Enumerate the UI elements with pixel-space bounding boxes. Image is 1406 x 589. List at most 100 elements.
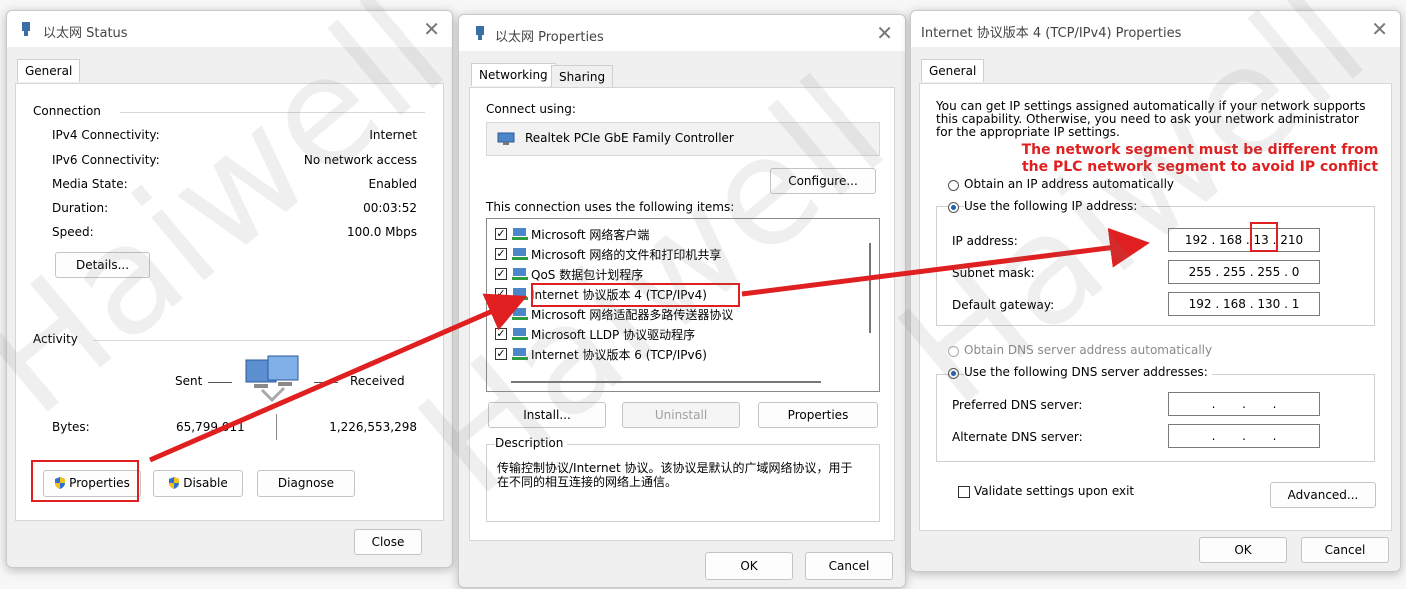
item-label: Microsoft 网络的文件和打印机共享 bbox=[531, 248, 722, 262]
highlight-third-octet bbox=[1250, 222, 1278, 252]
validate-label[interactable]: Validate settings upon exit bbox=[974, 484, 1134, 498]
default-gateway-label: Default gateway: bbox=[952, 298, 1055, 312]
item-checkbox[interactable]: ✓ bbox=[495, 328, 507, 340]
item-label: Internet 协议版本 6 (TCP/IPv6) bbox=[531, 348, 707, 362]
tab-networking[interactable]: Networking bbox=[471, 63, 556, 86]
network-component-icon bbox=[512, 308, 528, 320]
validate-checkbox[interactable] bbox=[958, 486, 970, 498]
status-titlebar: 以太网 Status ✕ bbox=[7, 11, 452, 47]
alternate-dns-label: Alternate DNS server: bbox=[952, 430, 1083, 444]
bytes-sent-value: 65,799,011 bbox=[176, 420, 245, 434]
ipv4-properties-dialog: Internet 协议版本 4 (TCP/IPv4) Properties ✕ … bbox=[910, 10, 1401, 572]
divider bbox=[120, 112, 425, 113]
annotation-line-2: the PLC network segment to avoid IP conf… bbox=[1021, 159, 1379, 175]
connect-using-label: Connect using: bbox=[486, 102, 576, 116]
vertical-scrollbar[interactable] bbox=[869, 243, 871, 333]
ipv4-connectivity-label: IPv4 Connectivity: bbox=[52, 128, 160, 142]
alternate-dns-field[interactable]: . . . bbox=[1168, 424, 1320, 448]
network-adapter-icon bbox=[22, 22, 30, 36]
activity-group-title: Activity bbox=[33, 332, 82, 346]
adapter-box: Realtek PCIe GbE Family Controller bbox=[486, 122, 880, 156]
diagnose-button[interactable]: Diagnose bbox=[257, 470, 355, 497]
obtain-ip-auto-label[interactable]: Obtain an IP address automatically bbox=[964, 177, 1174, 191]
install-button[interactable]: Install... bbox=[488, 402, 606, 428]
ipv6-connectivity-value: No network access bbox=[303, 153, 417, 167]
ip-octet-2: 168 bbox=[1219, 233, 1243, 247]
network-component-icon bbox=[512, 228, 528, 240]
status-title: 以太网 Status bbox=[43, 26, 128, 41]
obtain-dns-auto-radio[interactable] bbox=[948, 346, 959, 357]
use-following-dns-radio[interactable] bbox=[948, 368, 959, 379]
preferred-dns-field[interactable]: . . . bbox=[1168, 392, 1320, 416]
network-component-icon bbox=[512, 288, 528, 300]
close-icon[interactable]: ✕ bbox=[1371, 17, 1388, 41]
items-label: This connection uses the following items… bbox=[486, 200, 735, 214]
item-checkbox[interactable]: ✓ bbox=[495, 248, 507, 260]
default-gateway-field[interactable]: 192 . 168 . 130 . 1 bbox=[1168, 292, 1320, 316]
tab-general[interactable]: General bbox=[17, 59, 81, 82]
use-following-ip-label[interactable]: Use the following IP address: bbox=[964, 199, 1142, 213]
uninstall-button[interactable]: Uninstall bbox=[622, 402, 740, 428]
item-checkbox[interactable]: ✓ bbox=[495, 268, 507, 280]
status-general-panel: Connection IPv4 Connectivity: Internet I… bbox=[15, 83, 444, 521]
ok-button[interactable]: OK bbox=[705, 552, 793, 580]
duration-label: Duration: bbox=[52, 201, 109, 215]
close-icon[interactable]: ✕ bbox=[876, 21, 893, 45]
cancel-button[interactable]: Cancel bbox=[805, 552, 893, 580]
network-adapter-icon bbox=[497, 132, 515, 145]
dns-group bbox=[936, 374, 1375, 462]
tab-sharing[interactable]: Sharing bbox=[551, 65, 614, 88]
subnet-mask-label: Subnet mask: bbox=[952, 266, 1035, 280]
network-component-icon bbox=[512, 328, 528, 340]
details-button[interactable]: Details... bbox=[55, 252, 150, 278]
ip-address-label: IP address: bbox=[952, 234, 1018, 248]
network-component-icon bbox=[512, 268, 528, 280]
tab-general[interactable]: General bbox=[921, 59, 985, 82]
advanced-button[interactable]: Advanced... bbox=[1270, 482, 1376, 508]
cancel-button[interactable]: Cancel bbox=[1301, 537, 1389, 563]
network-component-icon bbox=[512, 248, 528, 260]
description-title: Description bbox=[495, 436, 568, 450]
item-checkbox[interactable]: ✓ bbox=[495, 228, 507, 240]
divider bbox=[94, 340, 425, 341]
ok-button[interactable]: OK bbox=[1199, 537, 1287, 563]
item-checkbox[interactable] bbox=[495, 308, 507, 320]
speed-value: 100.0 Mbps bbox=[346, 225, 417, 239]
item-label: QoS 数据包计划程序 bbox=[531, 268, 644, 282]
close-icon[interactable]: ✕ bbox=[423, 17, 440, 41]
use-following-dns-label[interactable]: Use the following DNS server addresses: bbox=[964, 365, 1212, 379]
adapter-properties-titlebar: 以太网 Properties ✕ bbox=[459, 15, 905, 51]
bytes-received-value: 1,226,553,298 bbox=[329, 420, 417, 434]
subnet-octet-3: 255 bbox=[1257, 265, 1281, 279]
bytes-label: Bytes: bbox=[52, 420, 90, 434]
intro-text: You can get IP settings assigned automat… bbox=[936, 99, 1366, 139]
media-state-label: Media State: bbox=[52, 177, 128, 191]
ipv4-titlebar: Internet 协议版本 4 (TCP/IPv4) Properties ✕ bbox=[911, 11, 1400, 47]
subnet-mask-field[interactable]: 255 . 255 . 255 . 0 bbox=[1168, 260, 1320, 284]
media-state-value: Enabled bbox=[368, 177, 418, 191]
obtain-dns-auto-label[interactable]: Obtain DNS server address automatically bbox=[964, 343, 1212, 357]
item-checkbox[interactable]: ✓ bbox=[495, 348, 507, 360]
ip-address-field[interactable]: 192 . 168 . 13 . 210 bbox=[1168, 228, 1320, 252]
highlight-ipv4-item bbox=[531, 283, 740, 307]
network-component-icon bbox=[512, 348, 528, 360]
obtain-ip-auto-radio[interactable] bbox=[948, 180, 959, 191]
item-label: Microsoft 网络客户端 bbox=[531, 228, 650, 242]
close-button[interactable]: Close bbox=[354, 529, 422, 555]
gateway-octet-4: 1 bbox=[1291, 297, 1300, 311]
preferred-dns-label: Preferred DNS server: bbox=[952, 398, 1083, 412]
item-properties-button[interactable]: Properties bbox=[758, 402, 878, 428]
configure-button[interactable]: Configure... bbox=[770, 168, 876, 194]
gateway-octet-3: 130 bbox=[1257, 297, 1281, 311]
connection-group-title: Connection bbox=[33, 104, 105, 118]
item-checkbox[interactable]: ✓ bbox=[495, 288, 507, 300]
item-label: Microsoft 网络适配器多路传送器协议 bbox=[531, 308, 734, 322]
ipv4-title: Internet 协议版本 4 (TCP/IPv4) Properties bbox=[921, 26, 1182, 41]
use-following-ip-radio[interactable] bbox=[948, 202, 959, 213]
disable-button[interactable]: Disable bbox=[153, 470, 243, 497]
horizontal-scrollbar[interactable] bbox=[511, 381, 821, 383]
gateway-octet-2: 168 bbox=[1223, 297, 1246, 311]
subnet-octet-2: 255 bbox=[1223, 265, 1246, 279]
sent-label: Sent bbox=[175, 374, 203, 388]
ip-octet-1: 192 bbox=[1184, 233, 1208, 247]
